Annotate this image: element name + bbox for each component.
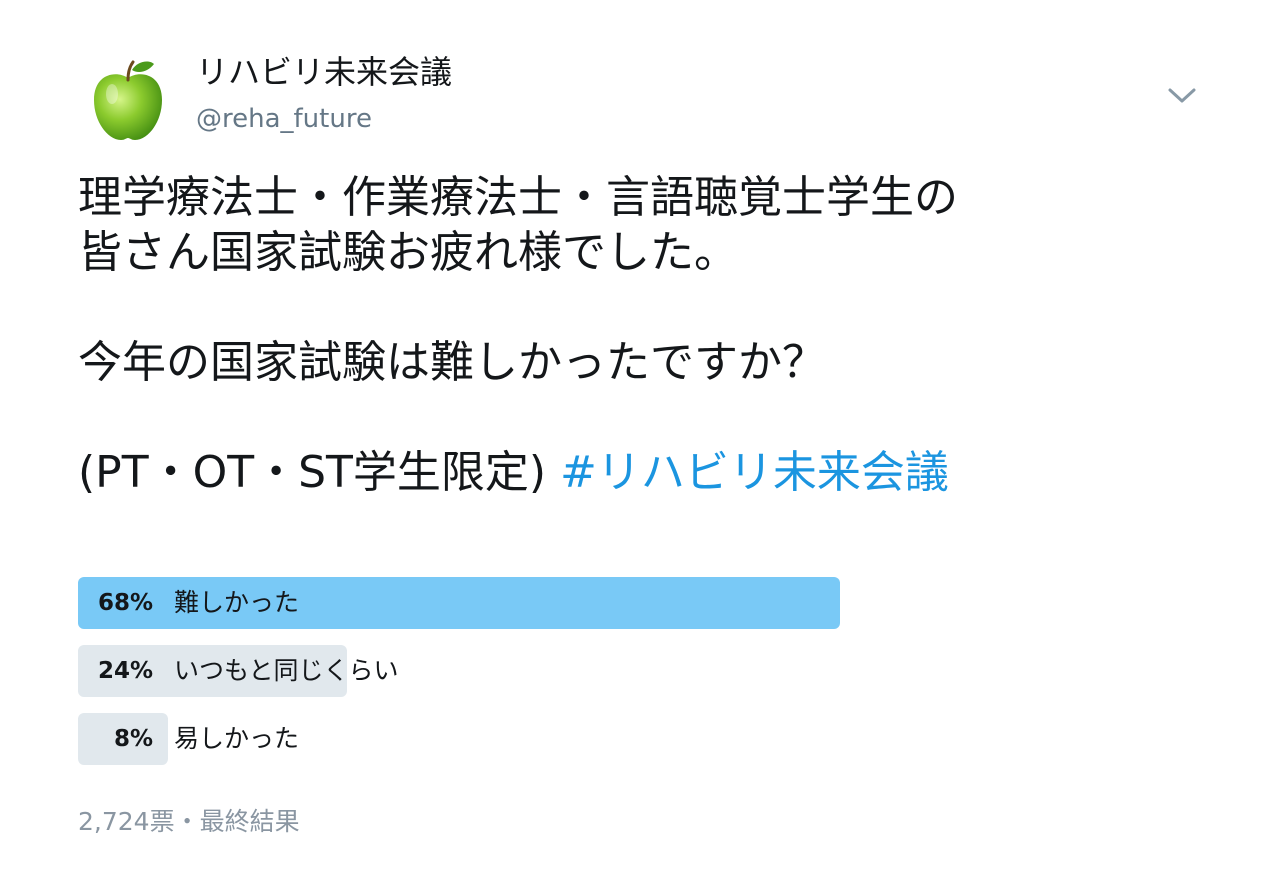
tweet-line: 今年の国家試験は難しかったですか？ — [78, 337, 826, 388]
vote-count: 2,724票 — [78, 807, 175, 836]
poll-choice: 68% 難しかった — [78, 577, 1178, 629]
poll-choice-label: 易しかった — [174, 724, 300, 753]
footer-separator: ・ — [174, 807, 200, 836]
poll-percent: 24% — [97, 658, 153, 684]
poll-choice-label: 難しかった — [174, 588, 300, 617]
poll-choice-label: いつもと同じくらい — [174, 656, 399, 685]
tweet-header: リハビリ未来会議 @reha_future — [0, 0, 1266, 150]
tweet-line: 理学療法士・作業療法士・言語聴覚士学生の — [78, 172, 958, 223]
green-apple-icon[interactable] — [88, 56, 168, 142]
poll-percent: 8% — [113, 726, 153, 752]
poll: 68% 難しかった 24% いつもと同じくらい 8% 易しかった — [78, 577, 1178, 781]
tweet-text: 理学療法士・作業療法士・言語聴覚士学生の 皆さん国家試験お疲れ様でした。 今年の… — [78, 170, 1218, 500]
poll-footer: 2,724票・最終結果 — [78, 804, 300, 840]
tweet-line-text: (PT・OT・ST学生限定) — [78, 447, 561, 498]
hashtag-link[interactable]: #リハビリ未来会議 — [560, 447, 949, 498]
poll-choice: 8% 易しかった — [78, 713, 1178, 765]
poll-percent: 68% — [97, 590, 153, 616]
poll-choice: 24% いつもと同じくらい — [78, 645, 1178, 697]
tweet-line: 皆さん国家試験お疲れ様でした。 — [78, 227, 738, 278]
tweet-line: (PT・OT・ST学生限定) #リハビリ未来会議 — [78, 445, 1218, 500]
user-handle[interactable]: @reha_future — [196, 102, 372, 136]
poll-status: 最終結果 — [199, 807, 300, 836]
chevron-down-icon[interactable] — [1166, 84, 1198, 106]
display-name[interactable]: リハビリ未来会議 — [196, 52, 452, 92]
